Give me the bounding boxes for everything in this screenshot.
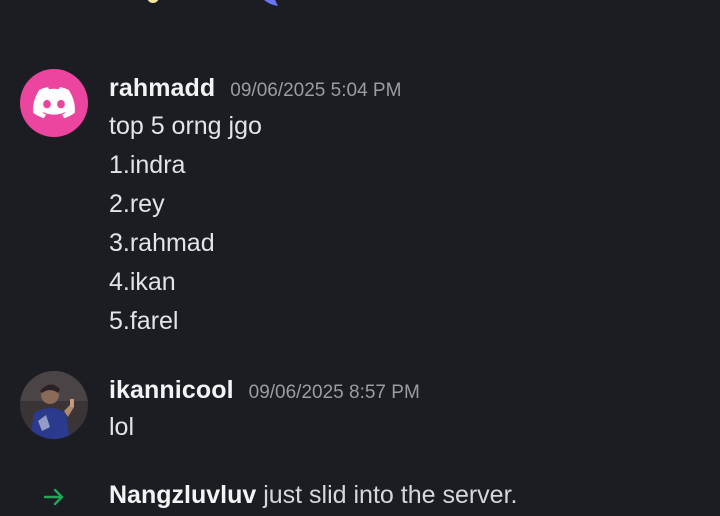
avatar[interactable] — [20, 69, 88, 137]
message-line: 3.rahmad — [109, 229, 215, 257]
timestamp: 09/06/2025 8:57 PM — [248, 382, 420, 403]
message-line: 5.farel — [109, 307, 179, 335]
sticker-image[interactable] — [140, 0, 290, 16]
joined-username[interactable]: Nangzluvluv — [109, 481, 256, 509]
message-header: ikannicool 09/06/2025 8:57 PM — [109, 376, 420, 405]
system-join-message: Nangzluvluv just slid into the server. — [0, 476, 720, 516]
message-line: top 5 orng jgo — [109, 112, 262, 140]
chat-view: rahmadd 09/06/2025 5:04 PM top 5 orng jg… — [0, 0, 720, 516]
username[interactable]: ikannicool — [109, 376, 234, 405]
message-line: lol — [109, 413, 135, 441]
message-line: 1.indra — [109, 151, 186, 179]
avatar[interactable] — [20, 371, 88, 439]
message-line: 4.ikan — [109, 268, 176, 296]
discord-logo-icon — [33, 87, 75, 119]
join-text: just slid into the server. — [256, 481, 518, 509]
timestamp: 09/06/2025 5:04 PM — [230, 80, 402, 101]
message-header: rahmadd 09/06/2025 5:04 PM — [109, 74, 401, 103]
join-arrow-icon — [43, 488, 64, 506]
user-photo — [20, 371, 88, 439]
message-line: 2.rey — [109, 190, 165, 218]
username[interactable]: rahmadd — [109, 74, 215, 103]
system-message-text: Nangzluvluv just slid into the server. — [109, 481, 517, 510]
